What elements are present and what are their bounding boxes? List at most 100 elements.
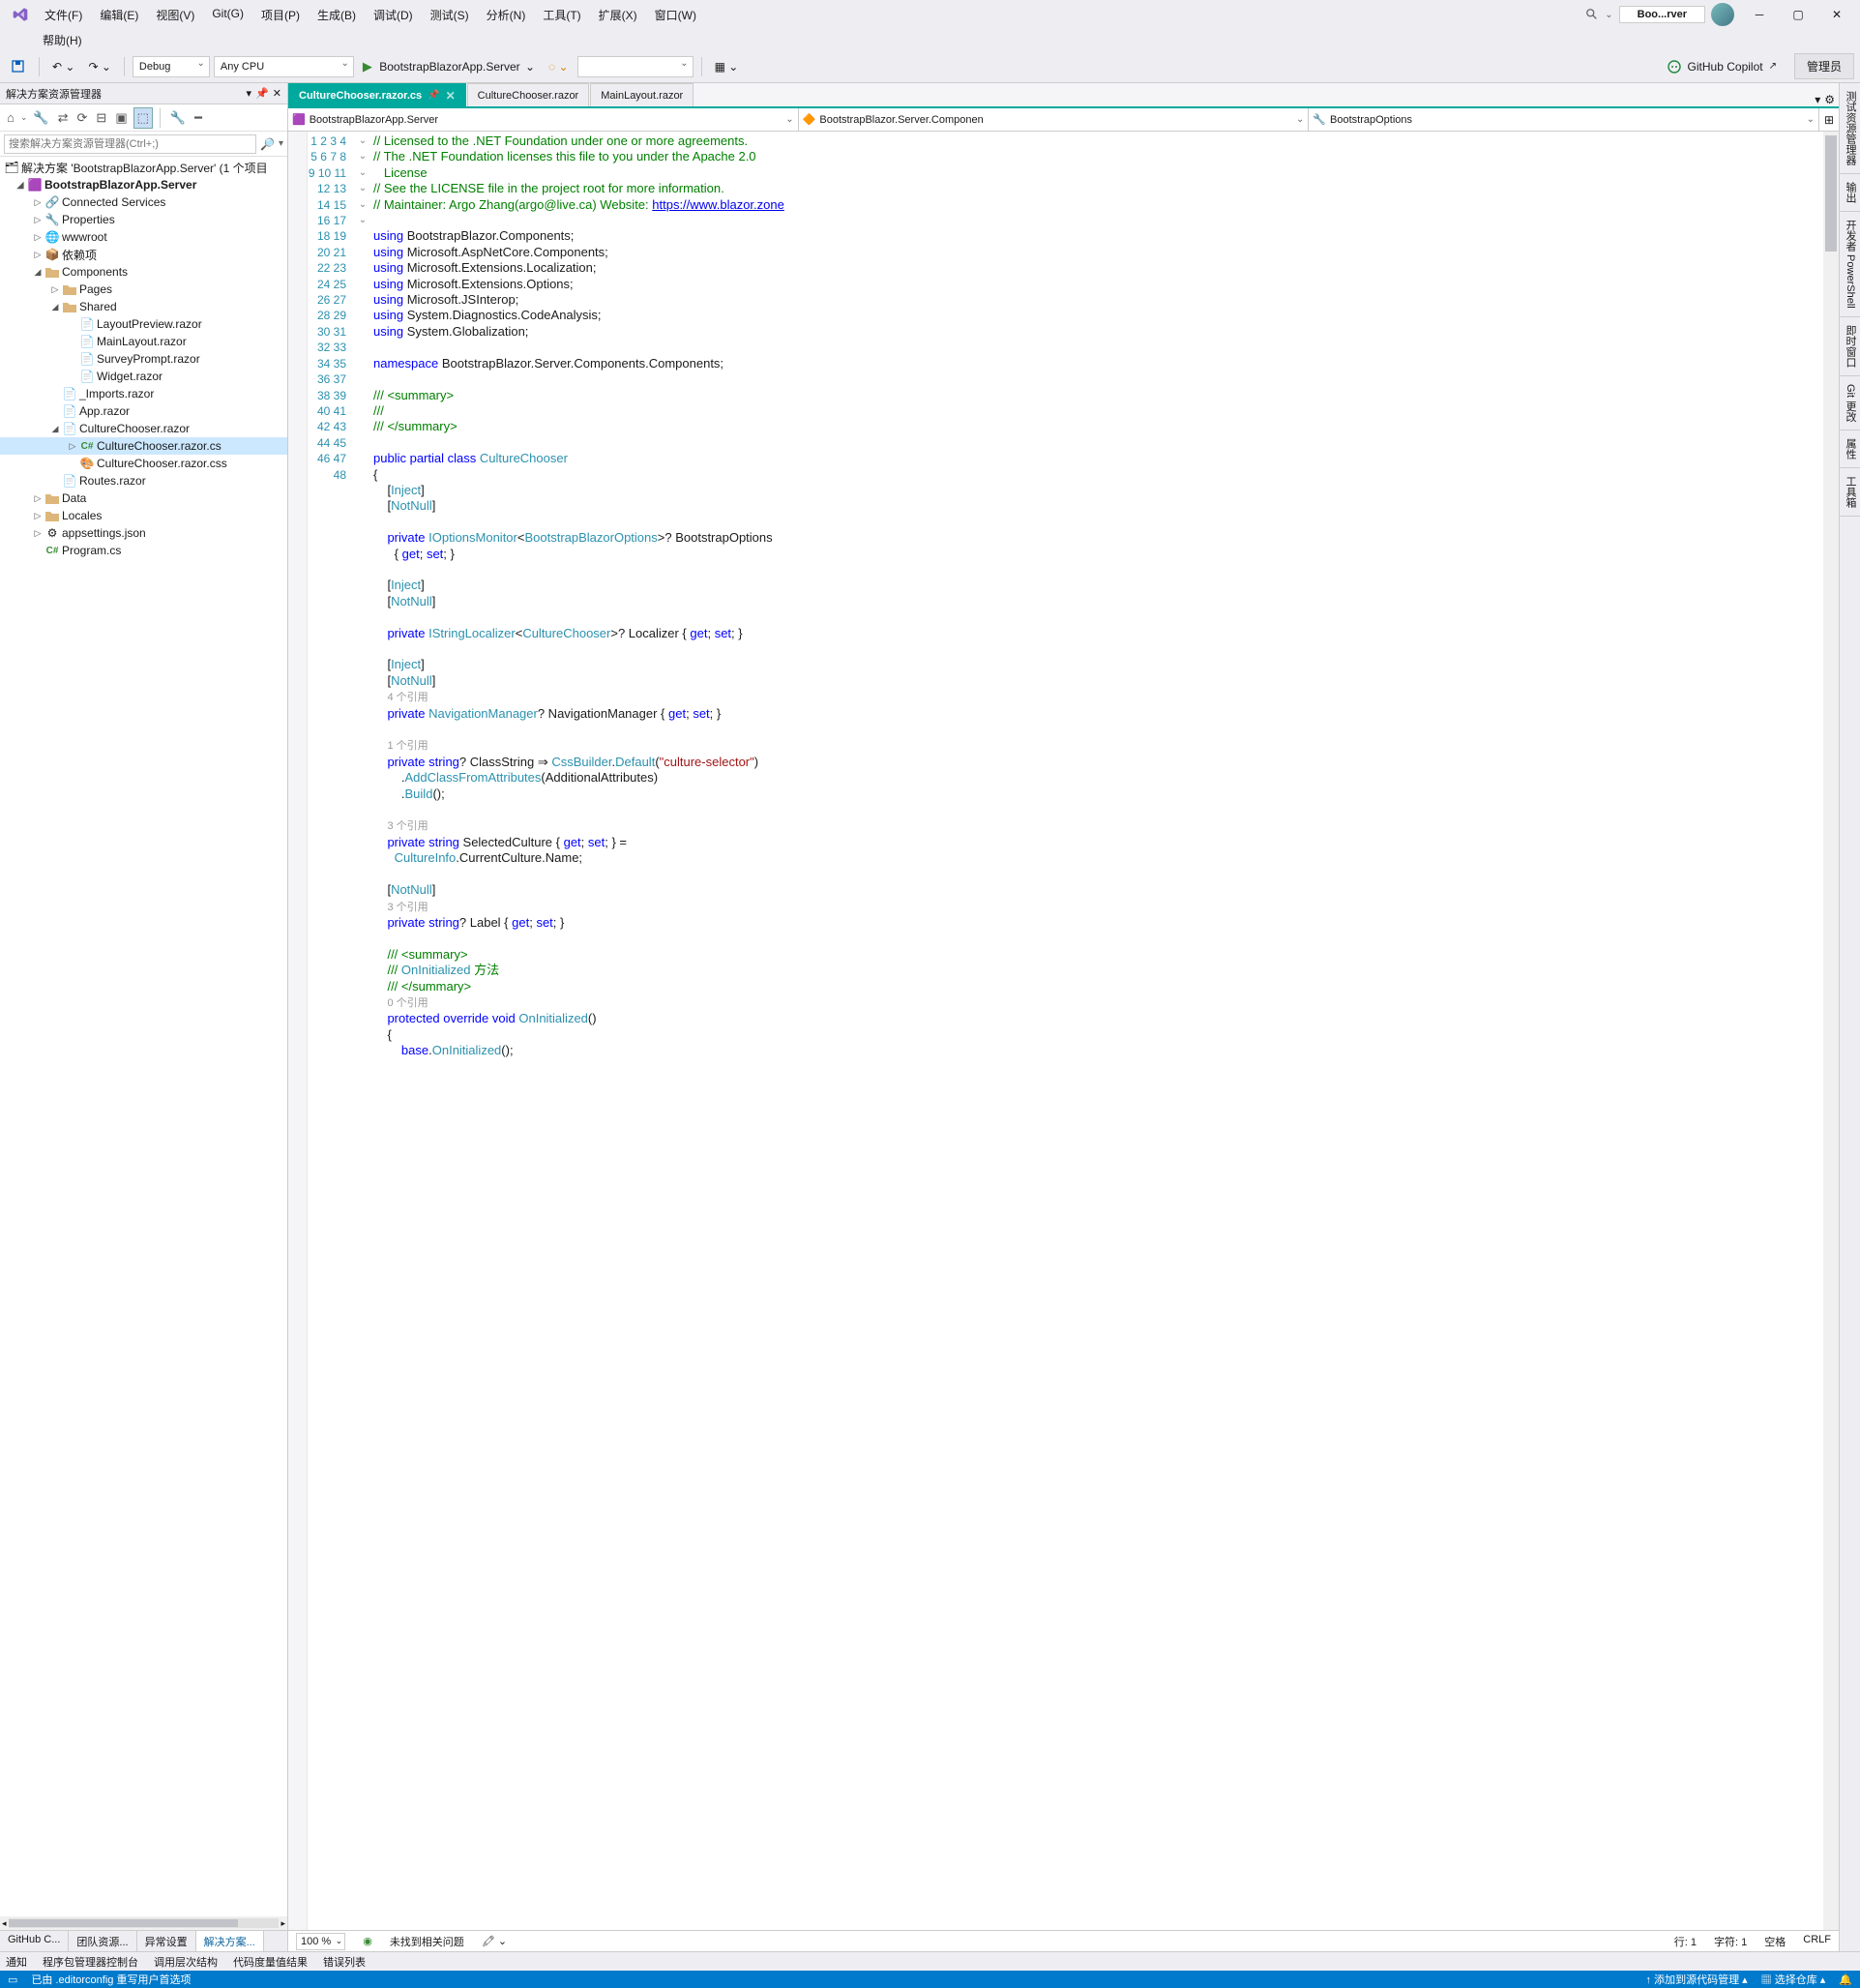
tab-active[interactable]: CultureChooser.razor.cs📌✕ <box>288 83 466 106</box>
rail-immediate[interactable]: 即时窗口 <box>1840 317 1860 376</box>
undo-button[interactable]: ↶ ⌄ <box>47 57 79 76</box>
copilot-button[interactable]: GitHub Copilot ↗ <box>1659 56 1785 77</box>
rail-output[interactable]: 输出 <box>1840 174 1860 212</box>
home-icon[interactable]: ⌂ <box>4 108 17 127</box>
tab-copilot[interactable]: GitHub C... <box>0 1931 69 1951</box>
status-bell-icon[interactable]: 🔔 <box>1839 1973 1852 1986</box>
nav-project[interactable]: 🟪BootstrapBlazorApp.Server <box>288 108 799 131</box>
file-imports[interactable]: 📄_Imports.razor <box>0 385 287 402</box>
menu-analyze[interactable]: 分析(N) <box>479 3 534 27</box>
menu-tools[interactable]: 工具(T) <box>535 3 588 27</box>
file-surveyprompt[interactable]: 📄SurveyPrompt.razor <box>0 350 287 368</box>
solution-root[interactable]: 🗂解决方案 'BootstrapBlazorApp.Server' (1 个项目 <box>0 159 287 176</box>
tab-3[interactable]: MainLayout.razor <box>590 83 694 106</box>
code-content[interactable]: // Licensed to the .NET Foundation under… <box>369 132 1823 1930</box>
tab-exception[interactable]: 异常设置 <box>137 1931 196 1951</box>
out-pm[interactable]: 程序包管理器控制台 <box>43 1954 138 1970</box>
rail-toolbox[interactable]: 工具箱 <box>1840 468 1860 517</box>
menu-window[interactable]: 窗口(W) <box>647 3 704 27</box>
pos-ws[interactable]: 空格 <box>1764 1934 1786 1949</box>
menu-test[interactable]: 测试(S) <box>423 3 477 27</box>
redo-button[interactable]: ↷ ⌄ <box>83 57 115 76</box>
highlighter-icon[interactable]: 🖍 ⌄ <box>482 1935 507 1947</box>
fold-column[interactable]: ⌄ ⌄ ⌄ ⌄ ⌄ ⌄ <box>356 132 369 1930</box>
solution-tree[interactable]: 🗂解决方案 'BootstrapBlazorApp.Server' (1 个项目… <box>0 157 287 1916</box>
out-errors[interactable]: 错误列表 <box>323 1954 366 1970</box>
out-callh[interactable]: 调用层次结构 <box>154 1954 218 1970</box>
collapse-icon[interactable]: ⊟ <box>93 108 109 128</box>
nav-namespace[interactable]: 🔶BootstrapBlazor.Server.Componen <box>799 108 1310 131</box>
close-panel-icon[interactable]: ✕ <box>273 87 281 100</box>
file-mainlayout[interactable]: 📄MainLayout.razor <box>0 333 287 350</box>
menu-build[interactable]: 生成(B) <box>310 3 364 27</box>
status-git[interactable]: ↑ 添加到源代码管理 ▴ <box>1646 1972 1748 1987</box>
file-culturechooser-css[interactable]: 🎨CultureChooser.razor.css <box>0 455 287 472</box>
show-all-icon[interactable]: ▣ <box>112 108 130 128</box>
refresh-icon[interactable]: ⟳ <box>74 108 91 128</box>
run-button[interactable]: ▶ BootstrapBlazorApp.Server ⌄ <box>358 56 540 77</box>
zoom-dropdown[interactable]: 100 % <box>296 1933 345 1950</box>
close-button[interactable]: ✕ <box>1817 1 1856 28</box>
node-data[interactable]: ▷Data <box>0 490 287 507</box>
node-locales[interactable]: ▷Locales <box>0 507 287 524</box>
menu-file[interactable]: 文件(F) <box>37 3 90 27</box>
node-pages[interactable]: ▷Pages <box>0 281 287 298</box>
tab-solution[interactable]: 解决方案... <box>196 1931 264 1951</box>
node-deps[interactable]: ▷📦依赖项 <box>0 246 287 263</box>
rail-props[interactable]: 属性 <box>1840 430 1860 468</box>
tool-button[interactable]: ▦ ⌄ <box>710 57 744 76</box>
tool-icon[interactable]: 🔧 <box>30 108 51 128</box>
file-routes[interactable]: 📄Routes.razor <box>0 472 287 490</box>
search-icon[interactable] <box>1585 8 1599 21</box>
dropdown-icon[interactable]: ▾ <box>247 87 252 100</box>
file-appsettings[interactable]: ▷⚙appsettings.json <box>0 524 287 542</box>
h-scrollbar[interactable]: ◂▸ <box>0 1916 287 1930</box>
filter-icon[interactable]: ━ <box>192 108 205 128</box>
pin-icon[interactable]: 📌 <box>255 87 269 100</box>
rail-test[interactable]: 测试资源管理器 <box>1840 83 1860 174</box>
out-metrics[interactable]: 代码度量值结果 <box>233 1954 308 1970</box>
rail-git[interactable]: Git 更改 <box>1840 376 1860 430</box>
status-repo[interactable]: ▦ 选择仓库 ▴ <box>1761 1972 1826 1987</box>
file-program[interactable]: C#Program.cs <box>0 542 287 559</box>
project-node[interactable]: ◢🟪BootstrapBlazorApp.Server <box>0 176 287 193</box>
sync-icon[interactable]: ⇄ <box>55 108 72 128</box>
tab-overflow-icon[interactable]: ▾ <box>1815 93 1820 106</box>
tab-settings-icon[interactable]: ⚙ <box>1824 93 1835 106</box>
rail-powershell[interactable]: 开发者 PowerShell <box>1840 212 1860 317</box>
node-components[interactable]: ◢Components <box>0 263 287 281</box>
file-widget[interactable]: 📄Widget.razor <box>0 368 287 385</box>
code-editor[interactable]: 1 2 3 4 5 6 7 8 9 10 11 12 13 14 15 16 1… <box>288 132 1839 1930</box>
file-culturechooser-cs[interactable]: ▷C#CultureChooser.razor.cs <box>0 437 287 455</box>
file-app[interactable]: 📄App.razor <box>0 402 287 420</box>
node-wwwroot[interactable]: ▷🌐wwwroot <box>0 228 287 246</box>
save-all-button[interactable] <box>6 56 31 77</box>
pos-eol[interactable]: CRLF <box>1803 1934 1831 1949</box>
pin-icon[interactable]: 📌 <box>428 90 439 101</box>
minimize-button[interactable]: ─ <box>1740 1 1779 28</box>
close-tab-icon[interactable]: ✕ <box>446 89 456 103</box>
menu-help[interactable]: 帮助(H) <box>35 30 90 50</box>
maximize-button[interactable]: ▢ <box>1779 1 1817 28</box>
solution-search-input[interactable] <box>4 134 256 154</box>
node-properties[interactable]: ▷🔧Properties <box>0 211 287 228</box>
user-avatar[interactable] <box>1711 3 1734 26</box>
menu-project[interactable]: 项目(P) <box>253 3 308 27</box>
breakpoint-margin[interactable] <box>288 132 308 1930</box>
hot-reload-button[interactable]: ◌ ⌄ <box>544 57 574 76</box>
node-shared[interactable]: ◢Shared <box>0 298 287 315</box>
wrench-icon[interactable]: 🔧 <box>167 108 189 128</box>
nav-member[interactable]: 🔧BootstrapOptions <box>1309 108 1819 131</box>
menu-ext[interactable]: 扩展(X) <box>591 3 645 27</box>
search-go-icon[interactable]: 🔎 <box>256 137 279 151</box>
track-active-icon[interactable]: ⬚ <box>133 107 153 129</box>
config-dropdown[interactable]: Debug <box>133 56 210 77</box>
process-dropdown[interactable] <box>577 56 694 77</box>
node-connected[interactable]: ▷🔗Connected Services <box>0 193 287 211</box>
file-culturechooser[interactable]: ◢📄CultureChooser.razor <box>0 420 287 437</box>
menu-git[interactable]: Git(G) <box>204 3 251 27</box>
file-layoutpreview[interactable]: 📄LayoutPreview.razor <box>0 315 287 333</box>
tab-team[interactable]: 团队资源... <box>69 1931 136 1951</box>
platform-dropdown[interactable]: Any CPU <box>214 56 354 77</box>
issues-ok-icon[interactable]: ◉ <box>363 1935 372 1947</box>
